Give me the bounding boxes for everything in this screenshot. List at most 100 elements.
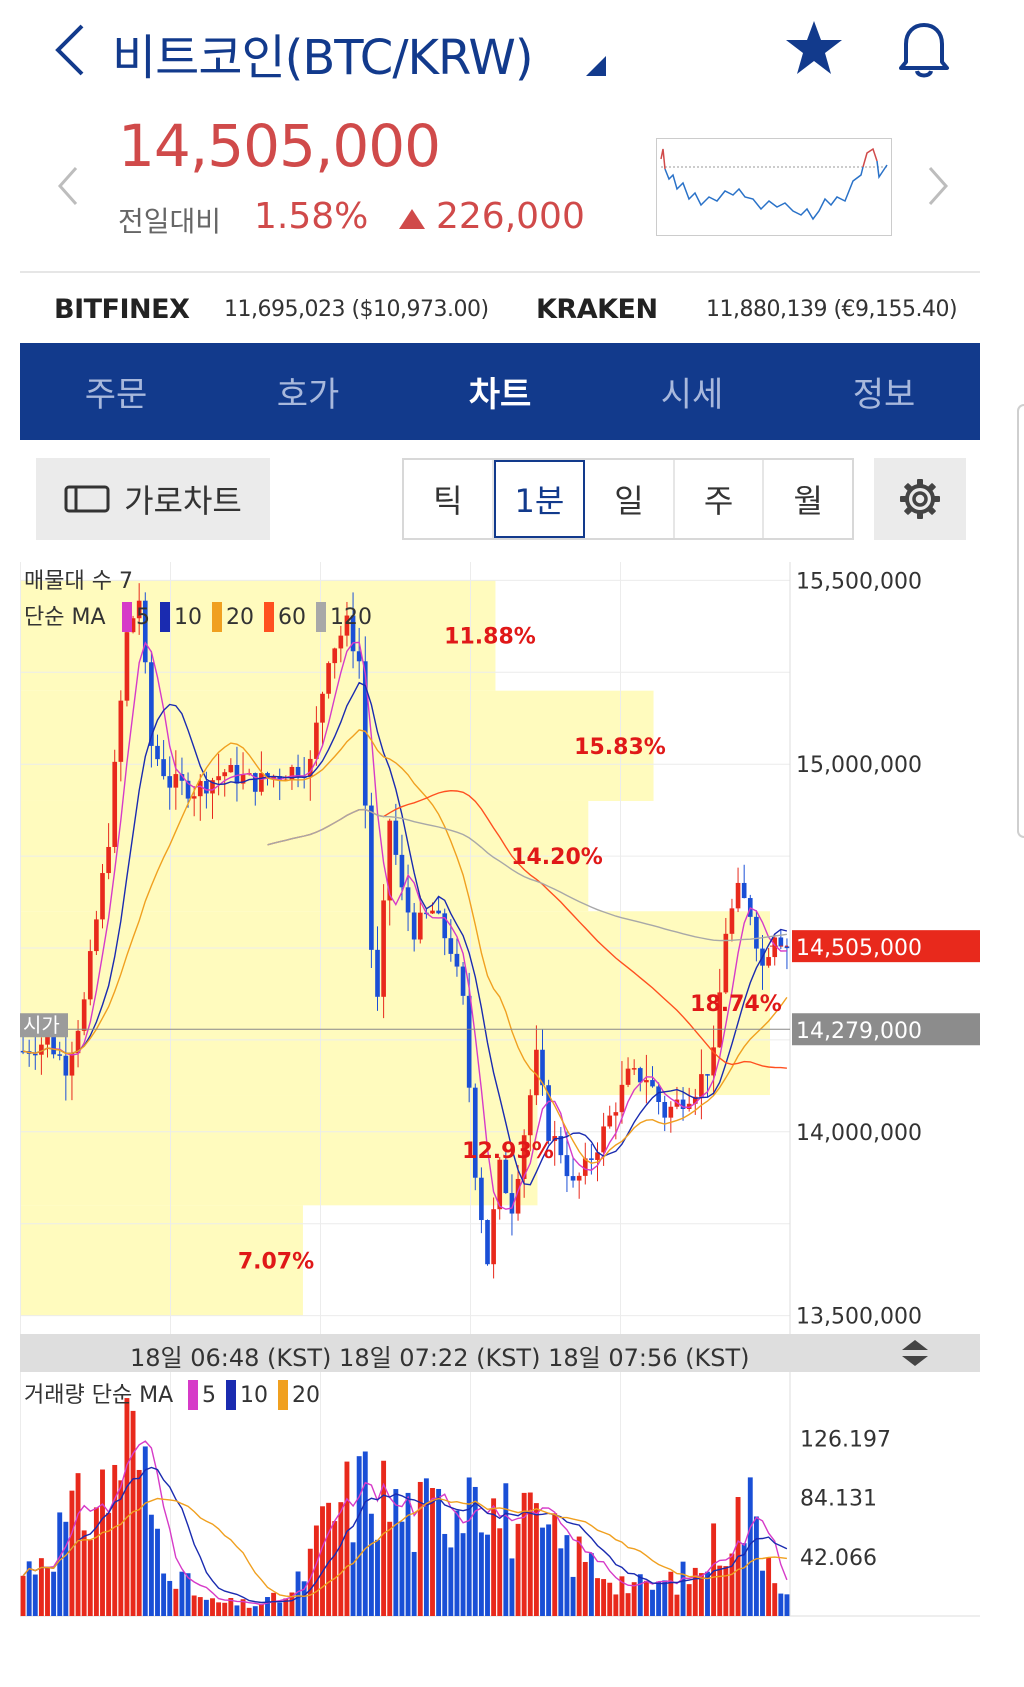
- bell-icon[interactable]: [896, 18, 952, 78]
- candle: [766, 957, 771, 966]
- candle: [320, 693, 325, 723]
- volume-bar: [161, 1573, 167, 1616]
- volume-bar: [216, 1602, 222, 1616]
- resize-handle-icon[interactable]: [898, 1338, 932, 1368]
- volume-bar: [57, 1512, 63, 1616]
- candle: [369, 805, 374, 950]
- tab-order[interactable]: 주문: [20, 343, 212, 440]
- candle: [466, 995, 472, 1088]
- candle: [94, 919, 99, 952]
- volume-bar: [173, 1588, 179, 1616]
- tab-quotes[interactable]: 시세: [596, 343, 788, 440]
- candle: [430, 910, 435, 914]
- edge-panel-handle[interactable]: [1017, 404, 1024, 838]
- volume-y-tick-label: 42.066: [800, 1546, 877, 1571]
- mini-chart-up-line: [660, 148, 666, 170]
- volume-bar: [546, 1524, 552, 1616]
- volume-bar: [423, 1478, 429, 1616]
- dropdown-caret-icon[interactable]: [584, 56, 606, 76]
- exchange-name: KRAKEN: [536, 294, 658, 325]
- prev-chevron-icon[interactable]: [56, 166, 80, 206]
- legend-ma-period: 5: [136, 605, 150, 630]
- next-chevron-icon[interactable]: [926, 166, 950, 206]
- legend-swatch: [316, 602, 326, 632]
- candle: [485, 1220, 490, 1265]
- volume-bar: [368, 1513, 374, 1616]
- volume-bar: [100, 1469, 105, 1616]
- candle: [576, 1175, 582, 1181]
- candle: [222, 772, 228, 777]
- volume-bar: [637, 1574, 643, 1616]
- change-label: 전일대비: [118, 205, 222, 238]
- volume-bar: [711, 1523, 717, 1616]
- volume-profile-label: 14.20%: [511, 845, 603, 870]
- tab-chart[interactable]: 차트: [404, 343, 596, 440]
- volume-bar: [222, 1602, 228, 1616]
- volume-bar: [436, 1488, 442, 1616]
- legend-swatch: [212, 602, 222, 632]
- volume-bar: [472, 1486, 478, 1616]
- period-week[interactable]: 주: [675, 460, 765, 538]
- volume-chart[interactable]: 126.197 84.131 42.066 거래량 단순 MA 5 10 20: [20, 1372, 980, 1634]
- volume-bar: [497, 1528, 503, 1616]
- volume-bar: [784, 1594, 790, 1616]
- gear-icon: [900, 479, 940, 519]
- candle: [124, 632, 130, 701]
- volume-bar: [454, 1510, 460, 1616]
- candle: [51, 1036, 56, 1055]
- candle: [454, 953, 460, 967]
- tab-info[interactable]: 정보: [788, 343, 980, 440]
- candle: [754, 916, 759, 949]
- candle: [778, 937, 784, 947]
- candle: [161, 759, 166, 777]
- period-month[interactable]: 월: [764, 460, 852, 538]
- volume-profile-bar: [20, 580, 496, 691]
- back-chevron-icon[interactable]: [52, 22, 88, 78]
- volume-bar: [485, 1534, 490, 1616]
- candle: [662, 1101, 668, 1118]
- volume-y-tick-label: 126.197: [800, 1428, 891, 1453]
- volume-bar: [509, 1558, 515, 1616]
- volume-legend-period: 20: [292, 1383, 320, 1408]
- volume-bar: [271, 1592, 277, 1616]
- volume-bar: [717, 1565, 723, 1616]
- volume-bar: [87, 1539, 93, 1616]
- page-title[interactable]: 비트코인(BTC/KRW): [112, 18, 534, 88]
- candle: [699, 1074, 704, 1097]
- volume-bar: [650, 1589, 655, 1616]
- tab-orderbook[interactable]: 호가: [212, 343, 404, 440]
- period-day[interactable]: 일: [585, 460, 675, 538]
- volume-bar: [595, 1578, 600, 1616]
- period-1min[interactable]: 1분: [493, 460, 586, 538]
- volume-bar: [246, 1607, 252, 1616]
- legend-volume-profile: 매물대 수 7: [24, 569, 133, 594]
- volume-bar: [405, 1492, 411, 1616]
- volume-bar: [778, 1593, 784, 1616]
- time-label: 18일 06:48 (KST): [130, 1344, 332, 1372]
- star-icon[interactable]: [784, 18, 844, 78]
- volume-profile-label: 18.74%: [690, 992, 782, 1017]
- volume-bar: [112, 1464, 118, 1616]
- mini-chart-down-line: [664, 166, 864, 221]
- candle: [564, 1155, 570, 1177]
- volume-y-tick-label: 84.131: [800, 1487, 877, 1512]
- period-tick[interactable]: 틱: [404, 460, 494, 538]
- legend-swatch: [226, 1380, 236, 1410]
- volume-bar: [313, 1525, 319, 1616]
- candlestick-chart[interactable]: 시가 14,279,000 14,505,000 11.88% 15.83% 14.20…: [20, 562, 980, 1334]
- y-tick-label: 15,500,000: [796, 569, 922, 594]
- candle: [650, 1080, 655, 1087]
- landscape-chart-button[interactable]: 가로차트: [36, 458, 270, 540]
- volume-bar: [692, 1567, 698, 1616]
- chart-settings-button[interactable]: [874, 458, 966, 540]
- volume-bar: [148, 1514, 154, 1616]
- volume-legend-period: 10: [240, 1383, 268, 1408]
- mini-price-chart[interactable]: [656, 138, 892, 236]
- candle: [326, 663, 331, 694]
- legend-swatch: [278, 1380, 288, 1410]
- period-selector: 틱 1분 일 주 월: [402, 458, 854, 540]
- volume-bar: [503, 1483, 509, 1616]
- volume-bar: [399, 1521, 405, 1616]
- mini-chart-up-line: [862, 147, 878, 168]
- volume-bar: [668, 1571, 674, 1616]
